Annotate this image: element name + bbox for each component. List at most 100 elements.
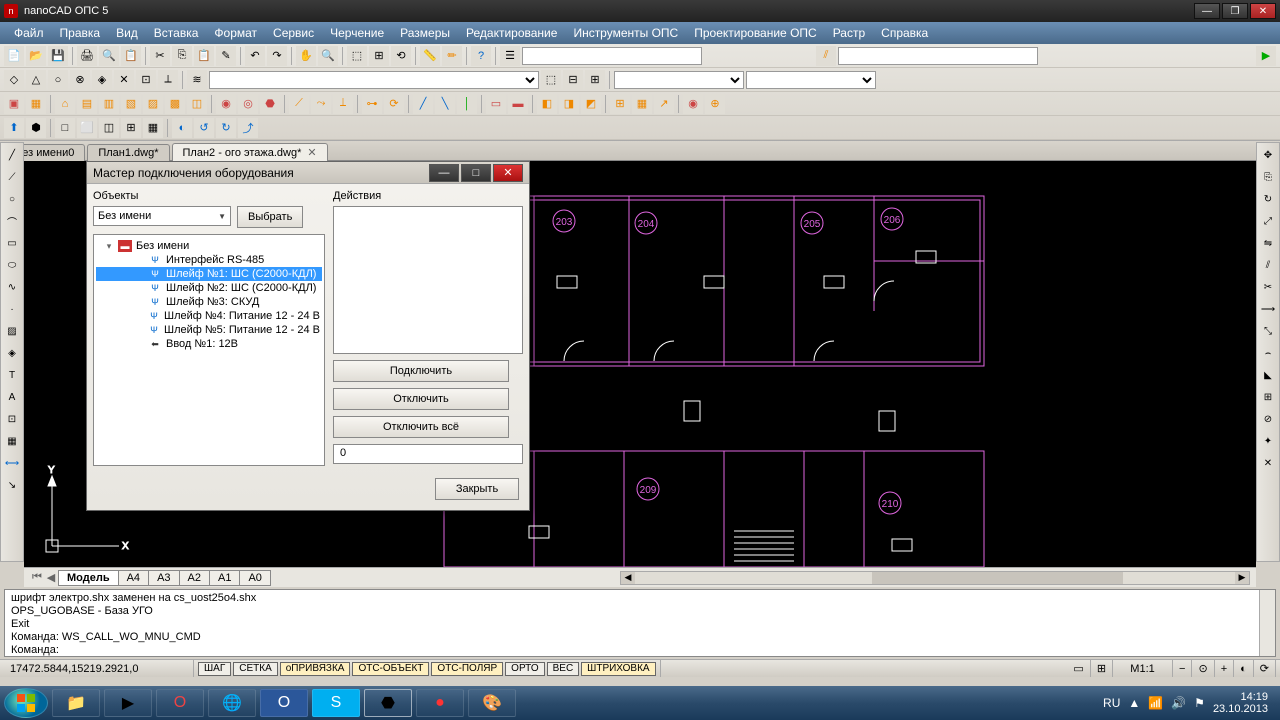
plot-icon[interactable]: 📋 xyxy=(121,46,141,66)
clock[interactable]: 14:19 23.10.2013 xyxy=(1213,691,1268,715)
menu-raster[interactable]: Растр xyxy=(825,24,873,42)
extend-icon[interactable]: ⟶ xyxy=(1258,299,1278,319)
ops-mark-icon[interactable]: ◧ xyxy=(537,94,557,114)
layer-iso-icon[interactable]: ⊞ xyxy=(585,70,605,90)
menu-modify[interactable]: Редактирование xyxy=(458,24,565,42)
arc-icon[interactable]: ⌒ xyxy=(2,211,22,231)
tab-nav-first-icon[interactable]: ⏮ xyxy=(30,571,44,584)
circle-icon[interactable]: ○ xyxy=(2,189,22,209)
task-media[interactable]: ▶ xyxy=(104,689,152,717)
tab-nav-prev-icon[interactable]: ◀ xyxy=(44,571,58,584)
ops-zone-icon[interactable]: ▤ xyxy=(77,94,97,114)
rotate-up-icon[interactable]: ⤴ xyxy=(238,118,258,138)
dimension-icon[interactable]: ⫽ xyxy=(816,46,836,66)
paper-icon[interactable]: ▭ xyxy=(1067,660,1090,677)
zoom-extents-icon[interactable]: ⊞ xyxy=(369,46,389,66)
help-icon[interactable]: ? xyxy=(471,46,491,66)
close-tab-icon[interactable]: ✕ xyxy=(307,147,316,159)
zoom-in-icon[interactable]: + xyxy=(1215,660,1234,677)
menu-format[interactable]: Формат xyxy=(206,24,265,42)
menu-service[interactable]: Сервис xyxy=(265,24,322,42)
zoom-window-icon[interactable]: ⬚ xyxy=(347,46,367,66)
ops-report-icon[interactable]: ⊞ xyxy=(610,94,630,114)
search-input[interactable] xyxy=(522,47,702,65)
snap-cen-icon[interactable]: ○ xyxy=(48,70,68,90)
scale-icon[interactable]: ⤢ xyxy=(1258,211,1278,231)
ops-wire1-icon[interactable]: ╱ xyxy=(413,94,433,114)
task-chrome[interactable]: 🌐 xyxy=(208,689,256,717)
properties-icon[interactable]: ☰ xyxy=(500,46,520,66)
task-outlook[interactable]: O xyxy=(260,689,308,717)
erase-icon[interactable]: ✕ xyxy=(1258,453,1278,473)
task-nanocad[interactable]: ⬣ xyxy=(364,689,412,717)
vp-4-icon[interactable]: ▦ xyxy=(143,118,163,138)
cmd-scrollbar[interactable] xyxy=(1259,590,1275,656)
menu-dimensions[interactable]: Размеры xyxy=(392,24,458,42)
dialog-maximize-button[interactable]: □ xyxy=(461,164,491,182)
stretch-icon[interactable]: ⤡ xyxy=(1258,321,1278,341)
layer-state-icon[interactable]: ⊟ xyxy=(563,70,583,90)
ops-loop-icon[interactable]: ⟳ xyxy=(384,94,404,114)
task-paint[interactable]: 🎨 xyxy=(468,689,516,717)
doc-tab-active[interactable]: План2 - ого этажа.dwg*✕ xyxy=(172,143,328,161)
hatch-toggle[interactable]: ШТРИХОВКА xyxy=(581,662,655,676)
redo-icon[interactable]: ↷ xyxy=(267,46,287,66)
polyline-icon[interactable]: ⟋ xyxy=(2,167,22,187)
command-window[interactable]: шрифт электро.shx заменен на cs_uost25o4… xyxy=(4,589,1276,657)
ops-alarm-icon[interactable]: ⬣ xyxy=(260,94,280,114)
otrack-obj-toggle[interactable]: ОТС-ОБЪЕКТ xyxy=(352,662,429,676)
layer-prev-icon[interactable]: ⬚ xyxy=(541,70,561,90)
select-button[interactable]: Выбрать xyxy=(237,206,303,228)
snap-node-icon[interactable]: ⊗ xyxy=(70,70,90,90)
lang-indicator[interactable]: RU xyxy=(1103,696,1120,710)
dialog-minimize-button[interactable]: — xyxy=(429,164,459,182)
objects-tree[interactable]: ▾▬Без имени ΨИнтерфейс RS-485 ΨШлейф №1:… xyxy=(93,234,325,466)
task-recorder[interactable]: ● xyxy=(416,689,464,717)
ops-export-icon[interactable]: ↗ xyxy=(654,94,674,114)
menu-view[interactable]: Вид xyxy=(108,24,146,42)
isolate-icon[interactable]: ◐ xyxy=(1234,660,1254,677)
copy-icon[interactable]: ⎘ xyxy=(172,46,192,66)
rotate-icon[interactable]: ↻ xyxy=(1258,189,1278,209)
block-icon[interactable]: ⊡ xyxy=(2,409,22,429)
run-icon[interactable]: ▶ xyxy=(1256,46,1276,66)
view-top-icon[interactable]: ⬆ xyxy=(4,118,24,138)
snap-ins-icon[interactable]: ⊡ xyxy=(136,70,156,90)
ops-layout-icon[interactable]: ▩ xyxy=(165,94,185,114)
sheet-tab[interactable]: А1 xyxy=(209,570,240,586)
spline-icon[interactable]: ∿ xyxy=(2,277,22,297)
open-icon[interactable]: 📂 xyxy=(26,46,46,66)
tray-action-icon[interactable]: ⚑ xyxy=(1194,696,1205,710)
ops-label2-icon[interactable]: ▬ xyxy=(508,94,528,114)
vp-single-icon[interactable]: □ xyxy=(55,118,75,138)
clean-icon[interactable]: ⟳ xyxy=(1254,660,1276,677)
menu-edit[interactable]: Правка xyxy=(52,24,109,42)
ops-table-icon[interactable]: ▦ xyxy=(632,94,652,114)
ops-room-icon[interactable]: ⌂ xyxy=(55,94,75,114)
break-icon[interactable]: ⊘ xyxy=(1258,409,1278,429)
color-combo[interactable] xyxy=(614,71,744,89)
zoom-prev-icon[interactable]: ⟲ xyxy=(391,46,411,66)
explode-icon[interactable]: ✦ xyxy=(1258,431,1278,451)
ops-label1-icon[interactable]: ▭ xyxy=(486,94,506,114)
task-opera[interactable]: O xyxy=(156,689,204,717)
fillet-icon[interactable]: ⌢ xyxy=(1258,343,1278,363)
maximize-button[interactable]: ❐ xyxy=(1222,3,1248,19)
paste-icon[interactable]: 📋 xyxy=(194,46,214,66)
array-icon[interactable]: ⊞ xyxy=(1258,387,1278,407)
menu-draw[interactable]: Черчение xyxy=(322,24,392,42)
snap-mid-icon[interactable]: △ xyxy=(26,70,46,90)
close-dialog-button[interactable]: Закрыть xyxy=(435,478,519,500)
close-button[interactable]: ✕ xyxy=(1250,3,1276,19)
snap-int-icon[interactable]: ✕ xyxy=(114,70,134,90)
connect-button[interactable]: Подключить xyxy=(333,360,509,382)
ops-tray-icon[interactable]: ⟘ xyxy=(333,94,353,114)
table-icon[interactable]: ▦ xyxy=(2,431,22,451)
copy-obj-icon[interactable]: ⎘ xyxy=(1258,167,1278,187)
grid-toggle[interactable]: СЕТКА xyxy=(233,662,278,676)
menu-insert[interactable]: Вставка xyxy=(146,24,207,42)
osnap-toggle[interactable]: оПРИВЯЗКА xyxy=(280,662,351,676)
text-icon[interactable]: T xyxy=(2,365,22,385)
sheet-tab[interactable]: А0 xyxy=(239,570,270,586)
orbit-icon[interactable]: ◐ xyxy=(172,118,192,138)
